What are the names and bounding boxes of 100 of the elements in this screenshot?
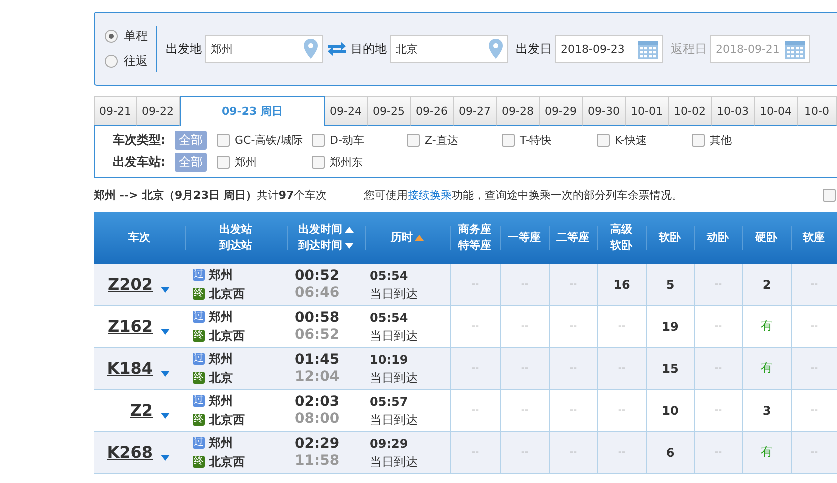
checkbox[interactable] <box>217 156 230 168</box>
radio-button[interactable] <box>105 55 118 68</box>
departure-station: 郑州 <box>209 434 233 452</box>
seat-availability: 有 <box>761 318 773 335</box>
train-number-link[interactable]: Z162 <box>108 316 153 336</box>
input-field[interactable]: 郑州 <box>205 35 323 63</box>
field-label: 出发日 <box>516 40 552 58</box>
date-tab[interactable]: 09-26 <box>411 96 454 126</box>
column-header[interactable]: 软座 <box>803 230 825 246</box>
date-tab[interactable]: 09-22 <box>137 96 180 126</box>
date-tab[interactable]: 10-02 <box>669 96 712 126</box>
train-number-link[interactable]: K268 <box>107 442 153 462</box>
seat-availability: -- <box>810 405 818 416</box>
seat-availability: -- <box>472 321 480 332</box>
radio-button[interactable] <box>105 30 118 43</box>
caret-icon[interactable] <box>161 412 170 418</box>
seat-availability: -- <box>714 405 722 416</box>
column-header[interactable]: 硬卧 <box>756 230 778 246</box>
duration: 05:54 <box>370 268 410 284</box>
date-tab[interactable]: 09-24 <box>325 96 368 126</box>
column-header[interactable]: 车次 <box>128 230 150 246</box>
arrival-day-note: 当日到达 <box>370 412 418 428</box>
checkbox-label: T-特快 <box>520 132 552 148</box>
date-tab[interactable]: 10-01 <box>626 96 669 126</box>
seat-availability: 5 <box>666 278 675 292</box>
seat-availability: -- <box>521 279 529 290</box>
input-field[interactable]: 北京 <box>390 35 508 63</box>
date-tab[interactable]: 09-30 <box>583 96 626 126</box>
checkbox[interactable] <box>692 134 705 146</box>
seat-availability: -- <box>618 321 626 332</box>
swap-arrows-icon[interactable] <box>328 42 346 56</box>
departure-station: 郑州 <box>209 392 233 410</box>
seat-availability: 有 <box>761 360 773 377</box>
date-tab[interactable]: 09-25 <box>368 96 411 126</box>
train-number-link[interactable]: Z202 <box>108 274 153 294</box>
date-tab[interactable]: 09-27 <box>454 96 497 126</box>
checkbox[interactable] <box>407 134 420 146</box>
checkbox[interactable] <box>823 188 836 202</box>
seat-availability: -- <box>570 447 578 458</box>
train-number-link[interactable]: K184 <box>107 358 153 378</box>
column-header[interactable]: 历时 <box>391 230 424 246</box>
arrival-time: 06:52 <box>295 326 340 344</box>
transfer-link[interactable]: 接续换乘 <box>408 188 452 202</box>
date-field[interactable]: 2018-09-23 <box>555 35 663 63</box>
column-header[interactable]: 软卧 <box>659 230 681 246</box>
terminal-tag-icon: 终 <box>193 414 205 426</box>
sort-up-icon[interactable] <box>344 227 354 233</box>
caret-icon[interactable] <box>161 454 170 460</box>
seat-availability: -- <box>714 279 722 290</box>
terminal-tag-icon: 终 <box>193 330 205 342</box>
seat-availability: -- <box>714 321 722 332</box>
seat-availability: -- <box>810 279 818 290</box>
seat-availability: -- <box>521 363 529 374</box>
seat-availability: -- <box>714 363 722 374</box>
location-pin-icon <box>489 39 503 59</box>
column-header[interactable]: 出发站 到达站 <box>220 222 252 254</box>
terminal-tag-icon: 终 <box>193 456 205 468</box>
caret-icon[interactable] <box>161 328 170 334</box>
caret-icon[interactable] <box>161 370 170 376</box>
checkbox[interactable] <box>312 156 325 168</box>
checkbox-label: K-快速 <box>615 132 648 148</box>
seat-availability: 6 <box>666 446 675 460</box>
seat-availability: -- <box>570 363 578 374</box>
seat-availability: -- <box>521 405 529 416</box>
transfer-tip: 您可使用接续换乘功能，查询途中换乘一次的部分列车余票情况。 <box>364 188 684 202</box>
column-header[interactable]: 一等座 <box>508 230 541 246</box>
field-label: 返程日 <box>671 40 707 58</box>
train-number-link[interactable]: Z2 <box>130 400 153 420</box>
arrival-station: 北京西 <box>209 454 245 470</box>
seat-availability: -- <box>472 447 480 458</box>
date-tab[interactable]: 10-04 <box>755 96 798 126</box>
caret-icon[interactable] <box>161 286 170 292</box>
checkbox[interactable] <box>597 134 610 146</box>
column-header[interactable]: 出发时间 到达时间 <box>298 222 354 254</box>
seat-availability: -- <box>570 279 578 290</box>
checkbox[interactable] <box>217 134 230 146</box>
seat-availability: 19 <box>662 320 679 334</box>
arrival-day-note: 当日到达 <box>370 370 418 386</box>
column-header[interactable]: 商务座 特等座 <box>458 222 492 254</box>
date-tab[interactable]: 10-0 <box>798 96 837 126</box>
column-header[interactable]: 高级 软卧 <box>610 222 632 254</box>
column-header[interactable]: 二等座 <box>556 230 590 246</box>
location-pin-icon <box>304 39 318 59</box>
seat-availability: -- <box>810 363 818 374</box>
duration: 05:54 <box>370 310 410 326</box>
date-tab[interactable]: 10-03 <box>712 96 755 126</box>
date-tab[interactable]: 09-29 <box>540 96 583 126</box>
arrival-station: 北京西 <box>209 328 245 344</box>
column-header[interactable]: 动卧 <box>707 230 729 246</box>
checkbox[interactable] <box>312 134 325 146</box>
seat-availability: 10 <box>662 404 679 418</box>
departure-station: 郑州 <box>209 266 233 284</box>
field-label: 出发地 <box>166 40 202 58</box>
date-tab[interactable]: 09-28 <box>497 96 540 126</box>
sort-up-icon[interactable] <box>415 235 424 241</box>
duration: 09:29 <box>370 436 410 452</box>
date-tab[interactable]: 09-21 <box>94 96 137 126</box>
sort-down-icon[interactable] <box>344 243 354 249</box>
departure-station: 郑州 <box>209 308 233 326</box>
checkbox[interactable] <box>502 134 515 146</box>
